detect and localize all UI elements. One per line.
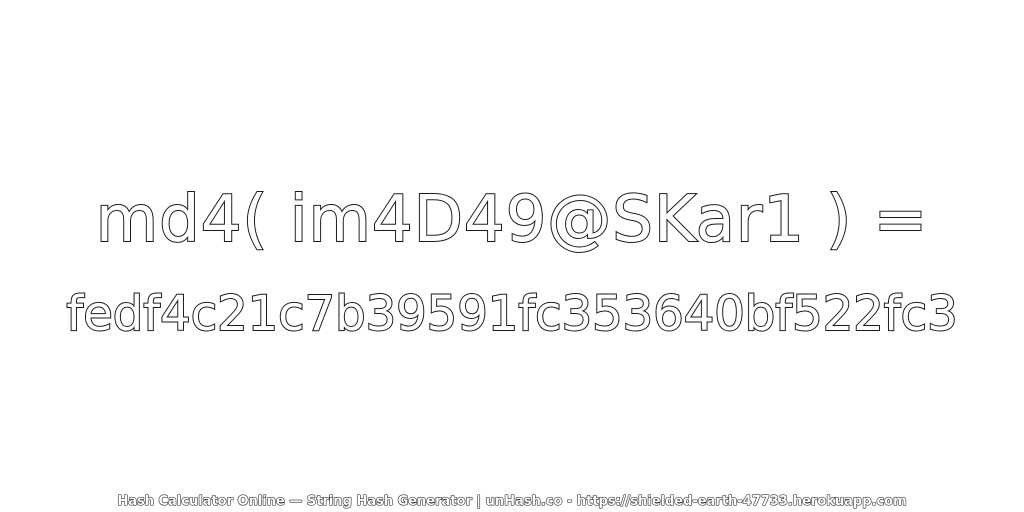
hash-expression: md4( im4D49@SKar1 ) = bbox=[95, 182, 929, 258]
hash-value: fedf4c21c7b39591fc353640bf522fc3 bbox=[65, 285, 958, 343]
hash-result-image: md4( im4D49@SKar1 ) = fedf4c21c7b39591fc… bbox=[0, 0, 1024, 512]
footer-credit: Hash Calculator Online — String Hash Gen… bbox=[117, 494, 907, 510]
